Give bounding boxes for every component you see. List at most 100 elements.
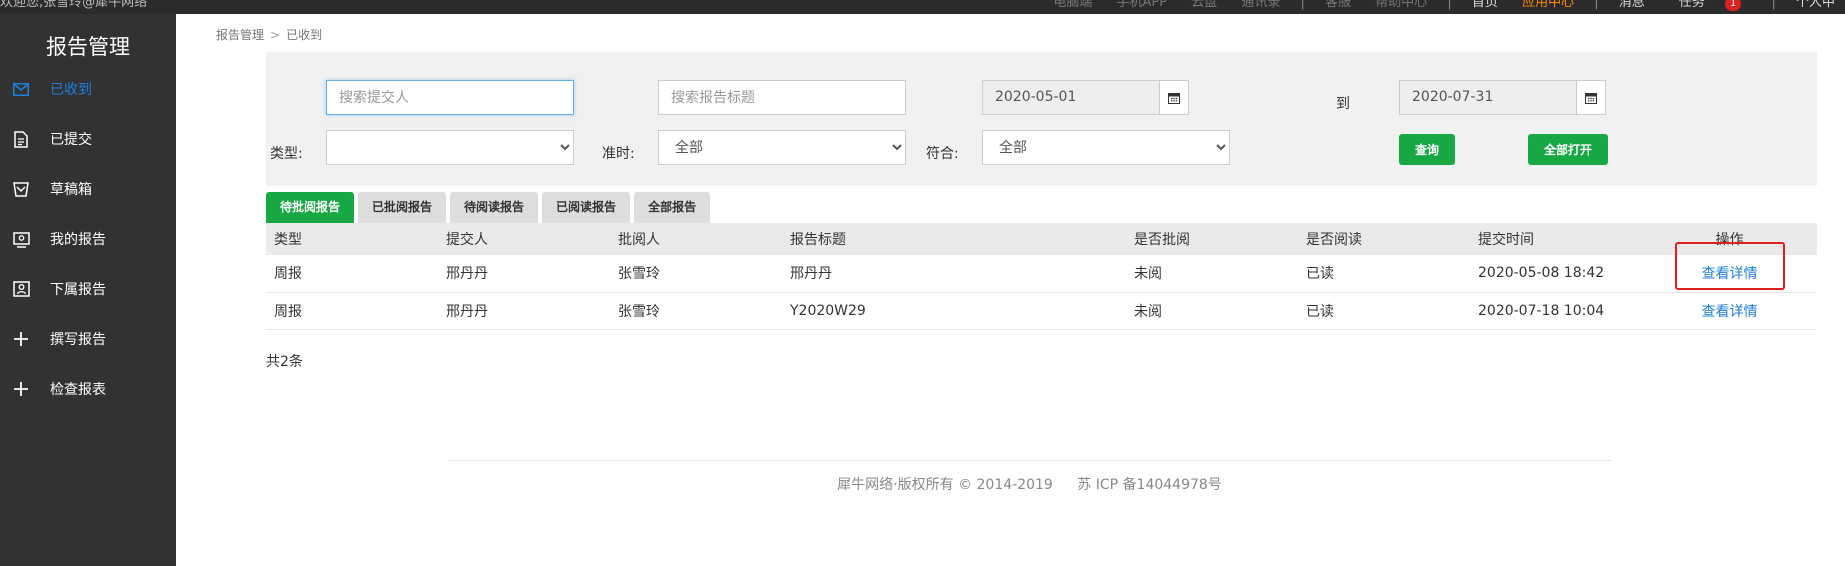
envelope-icon <box>12 80 30 98</box>
ontime-label: 准时: <box>602 146 635 162</box>
footer: 犀牛网络·版权所有 © 2014-2019 苏 ICP 备14044978号 <box>447 474 1612 494</box>
subordinate-report-icon <box>12 280 30 298</box>
top-link-help[interactable]: 帮助中心 <box>1375 0 1427 10</box>
table-header-row: 类型 提交人 批阅人 报告标题 是否批阅 是否阅读 提交时间 操作 <box>266 223 1817 255</box>
sidebar-title: 报告管理 <box>46 35 130 59</box>
cell-title: 邢丹丹 <box>782 255 1126 293</box>
sidebar-item-subordinate-reports[interactable]: 下属报告 <box>0 264 176 314</box>
breadcrumb-separator: > <box>270 28 281 42</box>
top-link-profile[interactable]: 个人中 <box>1796 0 1835 10</box>
top-bar: 欢迎您,张雪玲@犀牛网络 电脑端 手机APP 云盘 通讯录 | 客服 帮助中心 … <box>0 0 1845 14</box>
type-select[interactable] <box>326 130 574 165</box>
sidebar-item-label: 撰写报告 <box>50 332 106 348</box>
header-type: 类型 <box>266 223 438 255</box>
task-count-badge: 1 <box>1724 0 1742 11</box>
cell-reviewer: 张雪玲 <box>610 255 782 293</box>
type-label: 类型: <box>270 146 303 162</box>
date-to-field[interactable]: 2020-07-31 <box>1399 80 1606 115</box>
view-details-link[interactable]: 查看详情 <box>1702 304 1758 320</box>
report-tabs: 待批阅报告 已批阅报告 待阅读报告 已阅读报告 全部报告 <box>266 192 714 223</box>
tab-reviewed[interactable]: 已批阅报告 <box>358 192 447 223</box>
calendar-icon[interactable] <box>1159 81 1188 114</box>
plus-icon <box>12 380 30 398</box>
top-links: 电脑端 手机APP 云盘 通讯录 | 客服 帮助中心 | 首页 应用中心 | 消… <box>1043 0 1845 12</box>
reports-table: 类型 提交人 批阅人 报告标题 是否批阅 是否阅读 提交时间 操作 周报 邢丹丹… <box>266 223 1817 330</box>
sidebar: 报告管理 已收到 已提交 草稿箱 我的报告 下属报告 撰写报告 检查报表 <box>0 14 176 566</box>
sidebar-item-submitted[interactable]: 已提交 <box>0 114 176 164</box>
ontime-select[interactable]: 全部 <box>658 130 906 165</box>
match-select[interactable]: 全部 <box>982 130 1230 165</box>
sidebar-item-label: 我的报告 <box>50 232 106 248</box>
top-separator: | <box>1447 0 1452 10</box>
open-all-button[interactable]: 全部打开 <box>1528 134 1608 165</box>
tasks-label: 任务 <box>1678 0 1705 10</box>
table-row: 周报 邢丹丹 张雪玲 Y2020W29 未阅 已读 2020-07-18 10:… <box>266 292 1817 330</box>
breadcrumb-root[interactable]: 报告管理 <box>216 28 264 42</box>
sidebar-item-label: 下属报告 <box>50 282 106 298</box>
date-from-value: 2020-05-01 <box>995 89 1077 105</box>
tab-read[interactable]: 已阅读报告 <box>542 192 631 223</box>
header-submitter: 提交人 <box>438 223 610 255</box>
footer-copyright: 犀牛网络·版权所有 © 2014-2019 <box>837 477 1053 493</box>
breadcrumb: 报告管理 > 已收到 <box>216 26 322 43</box>
sidebar-item-received[interactable]: 已收到 <box>0 64 176 114</box>
top-link-home[interactable]: 首页 <box>1472 0 1498 10</box>
top-link-cloud-disk[interactable]: 云盘 <box>1191 0 1217 10</box>
title-search-input[interactable] <box>658 80 906 115</box>
date-to-value: 2020-07-31 <box>1412 89 1494 105</box>
cell-read: 已读 <box>1298 255 1470 293</box>
my-report-icon <box>12 230 30 248</box>
sidebar-item-drafts[interactable]: 草稿箱 <box>0 164 176 214</box>
cell-reviewer: 张雪玲 <box>610 292 782 330</box>
cell-submit-time: 2020-05-08 18:42 <box>1470 255 1642 293</box>
total-count: 共2条 <box>266 354 303 370</box>
tab-pending-read[interactable]: 待阅读报告 <box>450 192 539 223</box>
cell-title: Y2020W29 <box>782 292 1126 330</box>
top-separator: | <box>1594 0 1599 10</box>
top-link-contacts[interactable]: 通讯录 <box>1241 0 1280 10</box>
top-link-messages[interactable]: 消息 <box>1619 0 1645 10</box>
cell-submitter: 邢丹丹 <box>438 292 610 330</box>
sidebar-item-my-reports[interactable]: 我的报告 <box>0 214 176 264</box>
top-link-support[interactable]: 客服 <box>1325 0 1351 10</box>
header-submit-time: 提交时间 <box>1470 223 1642 255</box>
plus-icon <box>12 330 30 348</box>
top-link-app-center[interactable]: 应用中心 <box>1522 0 1574 10</box>
top-link-desktop[interactable]: 电脑端 <box>1053 0 1092 10</box>
top-separator: | <box>1771 0 1776 10</box>
submitter-search-input[interactable] <box>326 80 574 115</box>
footer-icp[interactable]: 苏 ICP 备14044978号 <box>1077 477 1222 493</box>
sidebar-item-write-report[interactable]: 撰写报告 <box>0 314 176 364</box>
cell-submitter: 邢丹丹 <box>438 255 610 293</box>
main-content: 报告管理 > 已收到 2020-05-01 到 2020-07-31 类型: 准时:… <box>176 14 1845 566</box>
cell-action: 查看详情 <box>1642 292 1817 330</box>
highlight-annotation-box <box>1675 242 1785 290</box>
sidebar-item-label: 检查报表 <box>50 382 106 398</box>
document-icon <box>12 130 30 148</box>
match-label: 符合: <box>926 146 959 162</box>
cell-submit-time: 2020-07-18 10:04 <box>1470 292 1642 330</box>
date-from-field[interactable]: 2020-05-01 <box>982 80 1189 115</box>
cell-type: 周报 <box>266 255 438 293</box>
sidebar-item-label: 已收到 <box>50 82 92 98</box>
footer-divider <box>447 460 1612 461</box>
calendar-icon[interactable] <box>1576 81 1605 114</box>
tab-all-reports[interactable]: 全部报告 <box>634 192 711 223</box>
breadcrumb-current: 已收到 <box>286 28 323 42</box>
top-link-tasks[interactable]: 任务 1 <box>1669 0 1751 11</box>
welcome-text: 欢迎您,张雪玲@犀牛网络 <box>0 0 148 10</box>
draft-box-icon <box>12 180 30 198</box>
cell-type: 周报 <box>266 292 438 330</box>
cell-reviewed: 未阅 <box>1126 255 1298 293</box>
header-title: 报告标题 <box>782 223 1126 255</box>
filter-panel: 2020-05-01 到 2020-07-31 类型: 准时: 全部 符合: 全… <box>266 52 1817 186</box>
top-link-mobile-app[interactable]: 手机APP <box>1117 0 1168 10</box>
cell-read: 已读 <box>1298 292 1470 330</box>
query-button[interactable]: 查询 <box>1399 134 1455 165</box>
sidebar-item-check-reports[interactable]: 检查报表 <box>0 364 176 414</box>
header-read: 是否阅读 <box>1298 223 1470 255</box>
tab-pending-review[interactable]: 待批阅报告 <box>266 192 355 223</box>
sidebar-item-label: 已提交 <box>50 132 92 148</box>
top-separator: | <box>1300 0 1305 10</box>
header-reviewed: 是否批阅 <box>1126 223 1298 255</box>
